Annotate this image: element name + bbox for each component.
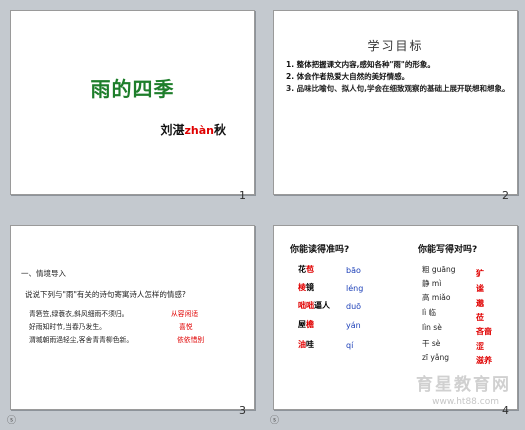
author-line: 刘湛zhàn秋 bbox=[160, 121, 226, 138]
author-name-tail: 秋 bbox=[213, 123, 226, 137]
author-pinyin: zhàn bbox=[184, 124, 214, 137]
write-answer: 邈 bbox=[476, 299, 484, 308]
pinyin: duō bbox=[346, 302, 362, 311]
write-heading: 你能写得对吗? bbox=[418, 245, 478, 255]
poem-line: 渭城朝雨浥轻尘,客舍青青柳色新。 bbox=[29, 336, 134, 344]
read-heading: 你能读得准吗? bbox=[290, 245, 350, 255]
goal-item: 3. 品味比喻句、拟人句,学会在细致观察的基础上展开联想和想象。 bbox=[286, 84, 510, 93]
read-word: 屋檐 bbox=[298, 320, 314, 329]
pinyin: qí bbox=[346, 341, 354, 350]
slide-thumbnail-2[interactable]: 学习目标 1. 整体把握课文内容,感知各种"雨"的形象。 2. 体会作者热爱大自… bbox=[263, 0, 525, 215]
write-answer: 谧 bbox=[476, 284, 484, 293]
pinyin: yán bbox=[346, 321, 361, 330]
answer-text: 从容闲适 bbox=[171, 310, 199, 318]
slide-show-icon[interactable]: ⓢ bbox=[270, 413, 279, 426]
write-word: 静 mì bbox=[422, 279, 442, 288]
goal-list: 1. 整体把握课文内容,感知各种"雨"的形象。 2. 体会作者热爱大自然的美好情… bbox=[286, 59, 511, 95]
slide-3: 一、情境导入 说说下列与"雨"有关的诗句寄寓诗人怎样的情感? 青箬笠,绿蓑衣,斜… bbox=[10, 225, 255, 410]
goal-item: 2. 体会作者热爱大自然的美好情感。 bbox=[286, 72, 410, 81]
write-answer: 莅 bbox=[476, 313, 484, 322]
write-word: 粗 guāng bbox=[422, 265, 456, 274]
slide-heading: 学习目标 bbox=[367, 39, 424, 53]
read-word: 棱镜 bbox=[298, 283, 314, 292]
slide-2: 学习目标 1. 整体把握课文内容,感知各种"雨"的形象。 2. 体会作者热爱大自… bbox=[273, 10, 518, 195]
slide-thumbnail-3[interactable]: 一、情境导入 说说下列与"雨"有关的诗句寄寓诗人怎样的情感? 青箬笠,绿蓑衣,斜… bbox=[0, 215, 262, 430]
pinyin: léng bbox=[346, 284, 364, 293]
read-word: 咄咄逼人 bbox=[298, 301, 330, 310]
write-word: lìn sè bbox=[422, 323, 442, 332]
slide-number: 2 bbox=[502, 189, 509, 202]
write-answer: 犷 bbox=[476, 269, 484, 278]
write-word: zī yǎng bbox=[422, 353, 449, 362]
pinyin: bāo bbox=[346, 266, 361, 275]
write-answer: 滋养 bbox=[476, 356, 492, 365]
slide-number: 1 bbox=[239, 189, 246, 202]
watermark-url: www.ht88.com bbox=[432, 397, 499, 407]
author-name: 刘湛 bbox=[160, 123, 185, 137]
question-text: 说说下列与"雨"有关的诗句寄寓诗人怎样的情感? bbox=[25, 290, 186, 299]
slide-number: 3 bbox=[239, 404, 246, 417]
answer-text: 喜悦 bbox=[179, 323, 193, 331]
poem-line: 好雨知时节,当春乃发生。 bbox=[29, 323, 106, 331]
write-answer: 吝啬 bbox=[476, 327, 492, 336]
slide-1: 雨的四季 刘湛zhàn秋 bbox=[10, 10, 255, 195]
goal-item: 1. 整体把握课文内容,感知各种"雨"的形象。 bbox=[286, 60, 435, 69]
section-heading: 一、情境导入 bbox=[21, 269, 66, 278]
slide-thumbnail-4[interactable]: 你能读得准吗? 你能写得对吗? 花苞 bāo 棱镜 léng 咄咄逼人 duō … bbox=[263, 215, 525, 430]
read-word: 油哇 bbox=[298, 340, 314, 349]
slide-4: 你能读得准吗? 你能写得对吗? 花苞 bāo 棱镜 léng 咄咄逼人 duō … bbox=[273, 225, 518, 410]
write-answer: 涩 bbox=[476, 342, 484, 351]
answer-text: 依依惜别 bbox=[177, 336, 205, 344]
poem-line: 青箬笠,绿蓑衣,斜风细雨不须归。 bbox=[29, 310, 129, 318]
watermark-logo: 育星教育网 bbox=[416, 375, 511, 395]
slide-number: 4 bbox=[502, 404, 509, 417]
slide-thumbnail-1[interactable]: 雨的四季 刘湛zhàn秋 1 bbox=[0, 0, 262, 215]
slide-show-icon[interactable]: ⓢ bbox=[7, 413, 16, 426]
write-word: lì 临 bbox=[422, 308, 437, 317]
slide-title: 雨的四季 bbox=[90, 77, 175, 101]
write-word: 高 miǎo bbox=[422, 293, 451, 302]
read-word: 花苞 bbox=[298, 265, 314, 274]
write-word: 干 sè bbox=[422, 339, 441, 348]
